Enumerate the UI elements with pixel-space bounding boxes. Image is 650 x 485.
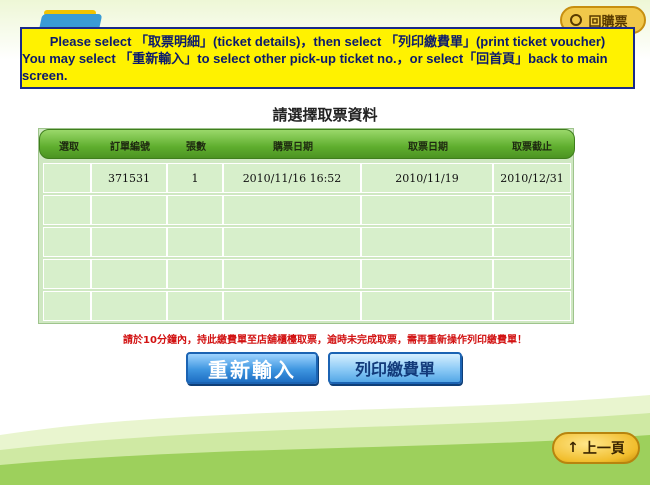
deadline-cell — [493, 195, 571, 225]
table-header: 選取 訂單編號 張數 購票日期 取票日期 取票截止 — [39, 129, 575, 159]
select-cell — [43, 227, 91, 257]
select-cell — [43, 259, 91, 289]
order-no-cell — [91, 227, 167, 257]
select-cell — [43, 195, 91, 225]
quantity-cell: 1 — [167, 163, 223, 193]
order-no-cell — [91, 291, 167, 321]
pickup-date-cell — [361, 227, 493, 257]
purchase-date-cell — [223, 227, 361, 257]
quantity-cell — [167, 291, 223, 321]
header-select: 選取 — [59, 142, 79, 153]
previous-page-button[interactable]: ↑ 上一頁 — [552, 432, 640, 464]
table-row — [43, 291, 571, 321]
order-no-cell — [91, 195, 167, 225]
order-no-cell: 371531 — [91, 163, 167, 193]
ticket-icon — [570, 14, 582, 26]
purchase-date-cell — [223, 291, 361, 321]
reenter-button[interactable]: 重新輸入 — [186, 352, 318, 384]
select-cell — [43, 291, 91, 321]
deadline-cell — [493, 291, 571, 321]
purchase-date-cell — [223, 259, 361, 289]
order-no-cell — [91, 259, 167, 289]
pickup-date-cell — [361, 195, 493, 225]
quantity-cell — [167, 195, 223, 225]
bottom-wave-decoration — [0, 395, 650, 485]
time-limit-notice: 請於10分鐘內，持此繳費單至店舖櫃檯取票，逾時未完成取票，需再重新操作列印繳費單… — [123, 335, 527, 346]
header-order-no: 訂單編號 — [110, 142, 150, 153]
arrow-up-icon: ↑ — [567, 440, 579, 456]
print-voucher-button[interactable]: 列印繳費單 — [328, 352, 462, 384]
header-quantity: 張數 — [186, 142, 206, 153]
quantity-cell — [167, 259, 223, 289]
table-row — [43, 195, 571, 225]
ticket-table: 選取 訂單編號 張數 購票日期 取票日期 取票截止 371531 1 2010/… — [38, 128, 575, 324]
pickup-date-cell: 2010/11/19 — [361, 163, 493, 193]
header-pickup-deadline: 取票截止 — [512, 142, 552, 153]
instruction-banner: Please select 「取票明細」(ticket details)，the… — [20, 27, 635, 89]
deadline-cell: 2010/12/31 — [493, 163, 571, 193]
purchase-date-cell — [223, 195, 361, 225]
deadline-cell — [493, 227, 571, 257]
instruction-line-1: Please select 「取票明細」(ticket details)，the… — [49, 33, 606, 49]
purchase-date-cell: 2010/11/16 16:52 — [223, 163, 361, 193]
pickup-date-cell — [361, 259, 493, 289]
header-purchase-date: 購票日期 — [273, 142, 313, 153]
table-row — [43, 227, 571, 257]
select-cell[interactable] — [43, 163, 91, 193]
quantity-cell — [167, 227, 223, 257]
table-row[interactable]: 371531 1 2010/11/16 16:52 2010/11/19 201… — [43, 163, 571, 193]
previous-page-label: 上一頁 — [582, 441, 625, 457]
table-row — [43, 259, 571, 289]
deadline-cell — [493, 259, 571, 289]
instruction-line-2: You may select 「重新輸入」to select other pic… — [22, 50, 608, 83]
pickup-date-cell — [361, 291, 493, 321]
header-pickup-date: 取票日期 — [408, 142, 448, 153]
page-title: 請選擇取票資料 — [272, 106, 378, 124]
